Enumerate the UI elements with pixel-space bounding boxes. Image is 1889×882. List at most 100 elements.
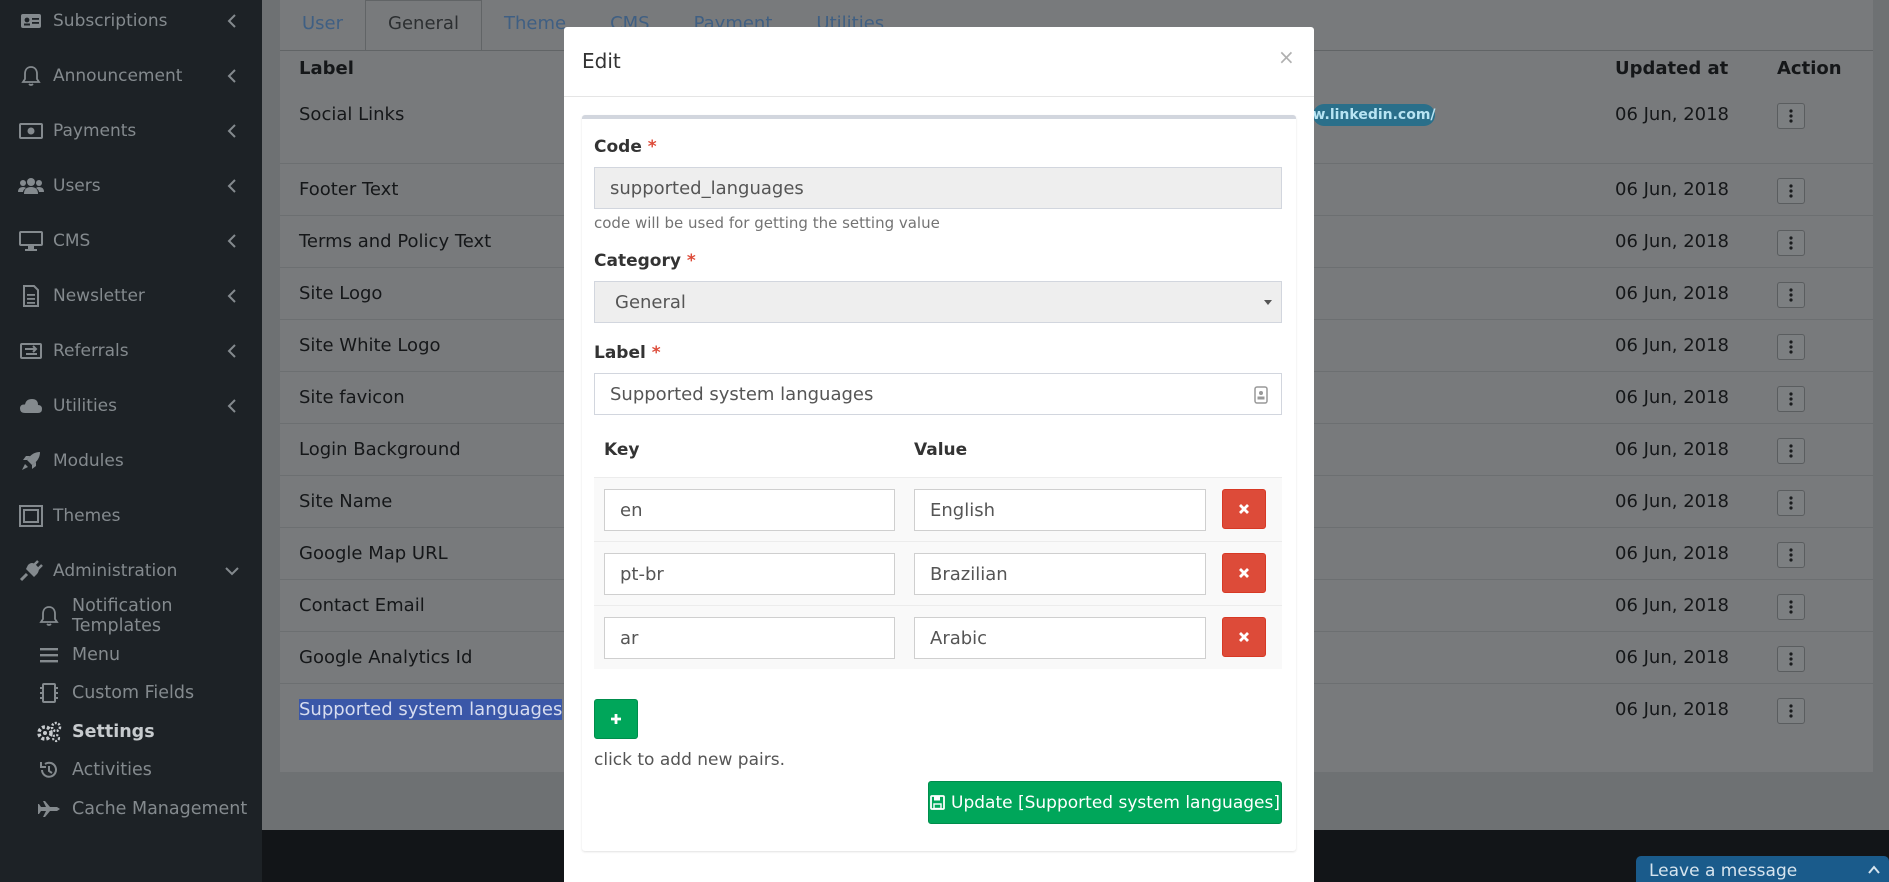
sidebar-subitem-label: Activities <box>72 760 152 780</box>
bars-icon <box>36 644 62 666</box>
table-cell-label: Site favicon <box>299 387 405 408</box>
add-pair-button[interactable] <box>594 699 638 739</box>
category-select[interactable]: General <box>594 281 1282 323</box>
users-icon <box>18 175 44 197</box>
pair-value-input[interactable]: Brazilian <box>914 553 1206 595</box>
modal-header: Edit × <box>564 27 1314 97</box>
pair-value-input[interactable]: English <box>914 489 1206 531</box>
sidebar-item-label: Referrals <box>53 341 129 361</box>
chevron-left-icon <box>227 179 236 193</box>
sidebar-subitem-settings[interactable]: Settings <box>0 714 262 750</box>
sidebar-item-cms[interactable]: CMS <box>0 221 262 261</box>
pair-row: ar Arabic <box>594 605 1282 669</box>
row-action-button[interactable] <box>1777 178 1805 204</box>
table-cell-label: Supported system languages <box>299 699 563 720</box>
sidebar-subitem-custom-fields[interactable]: Custom Fields <box>0 675 262 711</box>
tab-user[interactable]: User <box>280 0 365 50</box>
update-button[interactable]: Update [Supported system languages] <box>928 781 1282 824</box>
key-column-header: Key <box>604 440 640 460</box>
pair-row: en English <box>594 477 1282 541</box>
sidebar-subitem-cache-management[interactable]: Cache Management <box>0 791 262 827</box>
remove-pair-button[interactable] <box>1222 553 1266 593</box>
document-icon <box>18 285 44 307</box>
chat-widget[interactable]: Leave a message <box>1636 856 1889 882</box>
sidebar-subitem-label: Notification Templates <box>72 596 173 636</box>
chevron-left-icon <box>227 234 236 248</box>
sidebar-item-newsletter[interactable]: Newsletter <box>0 276 262 316</box>
category-label: Category * <box>594 251 696 271</box>
bell-icon <box>18 65 44 87</box>
required-marker: * <box>686 251 696 271</box>
sidebar-subitem-menu[interactable]: Menu <box>0 637 262 673</box>
pair-value-input[interactable]: Arabic <box>914 617 1206 659</box>
bell-icon <box>36 605 62 627</box>
row-action-button[interactable] <box>1777 282 1805 308</box>
rocket-icon <box>18 450 44 472</box>
sidebar-item-label: Themes <box>53 506 121 526</box>
row-action-button[interactable] <box>1777 386 1805 412</box>
remove-pair-button[interactable] <box>1222 617 1266 657</box>
sidebar-item-referrals[interactable]: Referrals <box>0 331 262 371</box>
row-action-button[interactable] <box>1777 103 1805 129</box>
sidebar-item-modules[interactable]: Modules <box>0 441 262 481</box>
code-field[interactable]: supported_languages <box>594 167 1282 209</box>
row-action-button[interactable] <box>1777 438 1805 464</box>
table-cell-updated-at: 06 Jun, 2018 <box>1615 104 1730 125</box>
contact-card-icon <box>1254 386 1268 404</box>
close-button[interactable]: × <box>1278 45 1295 69</box>
sidebar-item-subscriptions[interactable]: Subscriptions <box>0 1 262 41</box>
plane-icon <box>36 798 62 820</box>
table-cell-label: Terms and Policy Text <box>299 231 492 252</box>
ellipsis-vertical-icon <box>1789 444 1793 458</box>
sidebar: Subscriptions Announcement Payments User… <box>0 0 262 882</box>
sidebar-item-users[interactable]: Users <box>0 166 262 206</box>
pair-key-input[interactable]: ar <box>604 617 895 659</box>
sidebar-item-label: Newsletter <box>53 286 145 306</box>
row-action-button[interactable] <box>1777 490 1805 516</box>
ellipsis-vertical-icon <box>1789 652 1793 666</box>
row-action-button[interactable] <box>1777 334 1805 360</box>
row-action-button[interactable] <box>1777 646 1805 672</box>
close-icon <box>1239 632 1249 642</box>
sidebar-item-announcement[interactable]: Announcement <box>0 56 262 96</box>
table-cell-label: Google Analytics Id <box>299 647 473 668</box>
sidebar-item-themes[interactable]: Themes <box>0 496 262 536</box>
modal-title: Edit <box>582 49 621 73</box>
sidebar-item-utilities[interactable]: Utilities <box>0 386 262 426</box>
ellipsis-vertical-icon <box>1789 496 1793 510</box>
table-cell-updated-at: 06 Jun, 2018 <box>1615 335 1730 356</box>
sidebar-item-payments[interactable]: Payments <box>0 111 262 151</box>
remove-pair-button[interactable] <box>1222 489 1266 529</box>
column-header-label: Label <box>299 58 354 79</box>
column-header-action: Action <box>1777 58 1842 79</box>
close-icon <box>1239 568 1249 578</box>
close-icon <box>1239 504 1249 514</box>
code-value: supported_languages <box>610 177 804 199</box>
exchange-icon <box>18 340 44 362</box>
label-field[interactable]: Supported system languages <box>594 373 1282 415</box>
social-link-pill[interactable]: w.linkedin.com/ <box>1312 104 1436 126</box>
pair-key-input[interactable]: pt-br <box>604 553 895 595</box>
gears-icon <box>36 721 62 743</box>
sidebar-item-label: Users <box>53 176 101 196</box>
tab-general[interactable]: General <box>365 0 482 50</box>
sidebar-subitem-notification-templates[interactable]: Notification Templates <box>0 596 262 636</box>
sidebar-subitem-activities[interactable]: Activities <box>0 752 262 788</box>
money-icon <box>18 120 44 142</box>
row-action-button[interactable] <box>1777 542 1805 568</box>
table-cell-updated-at: 06 Jun, 2018 <box>1615 439 1730 460</box>
chevron-left-icon <box>227 344 236 358</box>
row-action-button[interactable] <box>1777 594 1805 620</box>
row-action-button[interactable] <box>1777 230 1805 256</box>
ellipsis-vertical-icon <box>1789 704 1793 718</box>
ellipsis-vertical-icon <box>1789 340 1793 354</box>
row-action-button[interactable] <box>1777 698 1805 724</box>
table-cell-updated-at: 06 Jun, 2018 <box>1615 543 1730 564</box>
sidebar-item-label: Announcement <box>53 66 183 86</box>
sidebar-item-label: Administration <box>53 561 178 581</box>
sidebar-item-administration[interactable]: Administration <box>0 551 262 591</box>
cloud-icon <box>18 395 44 417</box>
chevron-down-icon <box>225 567 239 576</box>
pair-key-input[interactable]: en <box>604 489 895 531</box>
required-marker: * <box>647 137 657 157</box>
